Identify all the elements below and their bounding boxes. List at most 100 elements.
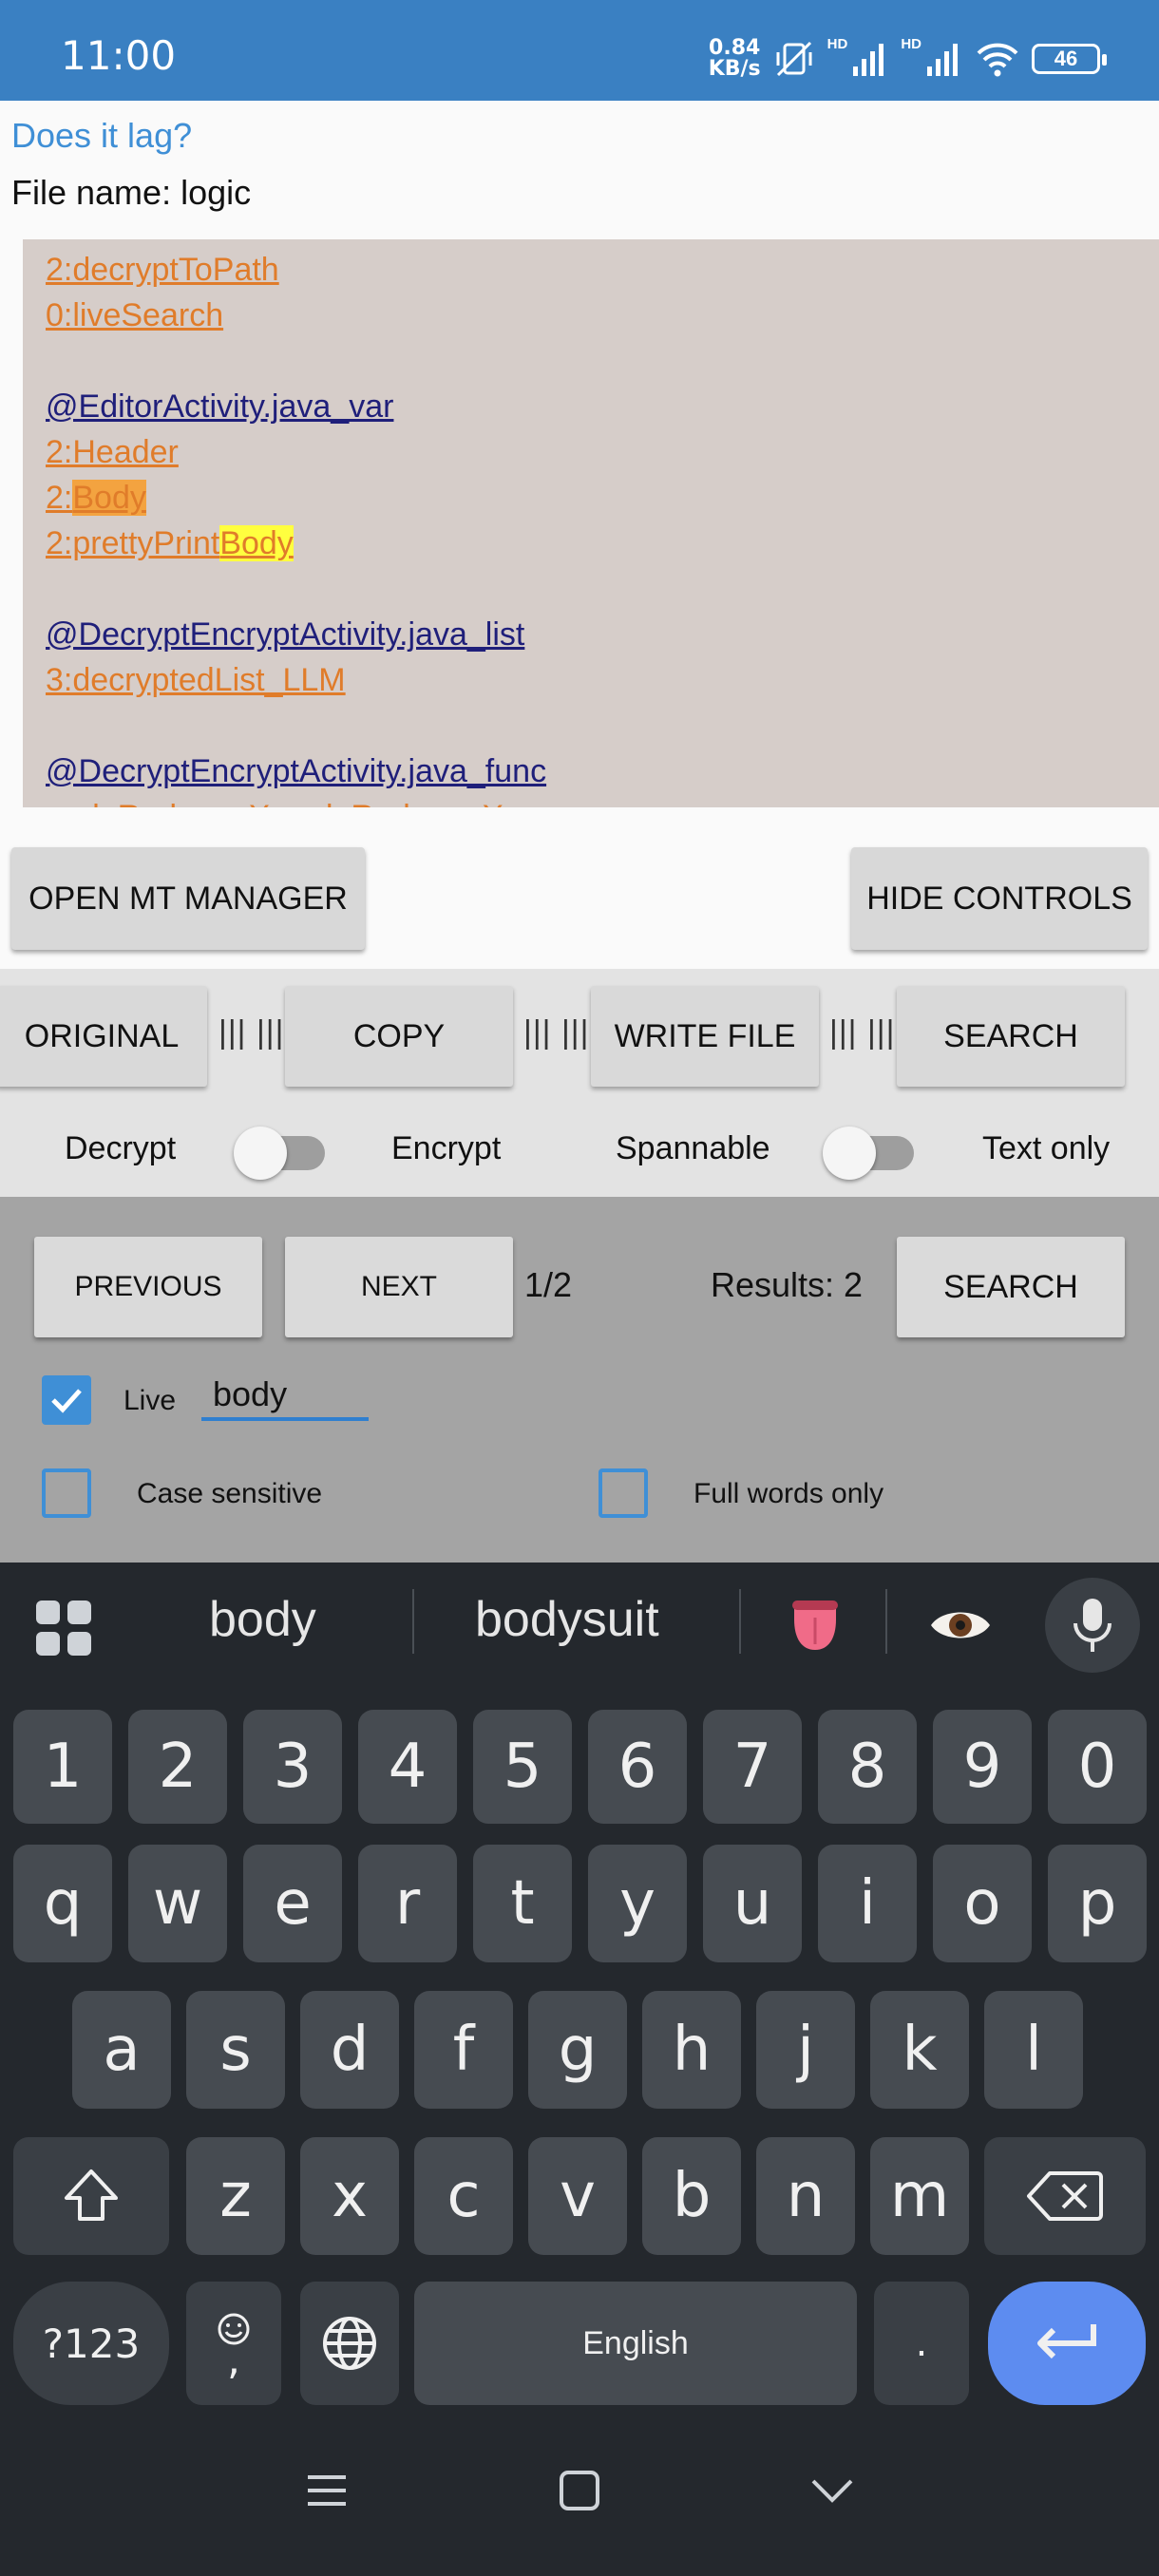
suggestion-word[interactable]: body (209, 1591, 316, 1648)
symbols-key[interactable]: ?123 (13, 2282, 169, 2405)
backspace-icon (1027, 2171, 1103, 2221)
period-key[interactable]: . (874, 2282, 969, 2405)
case-sensitive-checkbox[interactable] (42, 1468, 91, 1518)
search-panel: PREVIOUS NEXT 1/2 Results: 2 SEARCH Live… (0, 1197, 1159, 1563)
key-0[interactable]: 0 (1048, 1710, 1147, 1824)
key-h[interactable]: h (642, 1991, 741, 2109)
key-2[interactable]: 2 (128, 1710, 227, 1824)
editor-section-link[interactable]: @DecryptEncryptActivity.java_list (46, 612, 1136, 657)
key-c[interactable]: c (414, 2137, 513, 2255)
key-3[interactable]: 3 (243, 1710, 342, 1824)
shift-key[interactable] (13, 2137, 169, 2255)
space-key[interactable]: English (414, 2282, 857, 2405)
backspace-key[interactable] (984, 2137, 1146, 2255)
key-a[interactable]: a (72, 1991, 171, 2109)
key-w[interactable]: w (128, 1845, 227, 1962)
next-button[interactable]: NEXT (285, 1237, 513, 1337)
editor-link[interactable]: 0:liveSearch (46, 293, 1136, 338)
network-speed-value: 0.84 (709, 36, 761, 60)
key-m[interactable]: m (870, 2137, 969, 2255)
suggestion-divider (739, 1589, 741, 1654)
toolbar-search-button[interactable]: SEARCH (897, 986, 1125, 1087)
enter-key[interactable] (988, 2282, 1146, 2405)
key-u[interactable]: u (703, 1845, 802, 1962)
open-mt-manager-button[interactable]: OPEN MT MANAGER (11, 847, 365, 950)
network-speed: 0.84 KB/s (709, 38, 761, 80)
editor-section-link[interactable]: @DecryptEncryptActivity.java_func (46, 748, 1136, 794)
key-y[interactable]: y (588, 1845, 687, 1962)
key-g[interactable]: g (528, 1991, 627, 2109)
key-s[interactable]: s (186, 1991, 285, 2109)
does-it-lag-link[interactable]: Does it lag? (11, 116, 192, 156)
emoji-comma-key[interactable]: , (186, 2282, 281, 2405)
editor-link[interactable]: 2:Body (46, 475, 1136, 521)
key-7[interactable]: 7 (703, 1710, 802, 1824)
full-words-checkbox[interactable] (598, 1468, 648, 1518)
network-speed-unit: KB/s (708, 57, 761, 81)
key-r[interactable]: r (358, 1845, 457, 1962)
suggestion-divider (412, 1589, 414, 1654)
status-time: 11:00 (61, 32, 177, 79)
key-t[interactable]: t (473, 1845, 572, 1962)
text-only-label: Text only (982, 1130, 1111, 1166)
comma-label: , (227, 2336, 240, 2384)
spannable-text-toggle[interactable] (823, 1127, 914, 1180)
key-z[interactable]: z (186, 2137, 285, 2255)
hide-keyboard-icon[interactable] (809, 2470, 855, 2516)
key-b[interactable]: b (642, 2137, 741, 2255)
editor-section-link[interactable]: @EditorActivity.java_var (46, 384, 1136, 429)
key-v[interactable]: v (528, 2137, 627, 2255)
search-button[interactable]: SEARCH (897, 1237, 1125, 1337)
apps-grid-icon[interactable] (36, 1601, 91, 1660)
key-j[interactable]: j (756, 1991, 855, 2109)
copy-button[interactable]: COPY (285, 986, 513, 1087)
editor-link[interactable]: undoRedo___X;undoRedo___X (46, 794, 1136, 807)
editor-link[interactable]: 2:Header (46, 429, 1136, 475)
original-button[interactable]: ORIGINAL (0, 986, 207, 1087)
editor-blank-line (46, 566, 1136, 612)
key-5[interactable]: 5 (473, 1710, 572, 1824)
live-checkbox[interactable] (42, 1375, 91, 1425)
key-n[interactable]: n (756, 2137, 855, 2255)
full-words-label: Full words only (694, 1478, 884, 1509)
search-query-input[interactable]: body (201, 1373, 369, 1421)
eye-emoji-icon[interactable] (929, 1604, 992, 1651)
hide-controls-button[interactable]: HIDE CONTROLS (851, 847, 1148, 950)
key-f[interactable]: f (414, 1991, 513, 2109)
key-1[interactable]: 1 (13, 1710, 112, 1824)
key-4[interactable]: 4 (358, 1710, 457, 1824)
write-file-button[interactable]: WRITE FILE (591, 986, 819, 1087)
language-key[interactable] (300, 2282, 399, 2405)
key-q[interactable]: q (13, 1845, 112, 1962)
key-e[interactable]: e (243, 1845, 342, 1962)
globe-icon (323, 2317, 376, 2370)
editor-link[interactable]: 3:decryptedList_LLM (46, 657, 1136, 703)
key-k[interactable]: k (870, 1991, 969, 2109)
key-o[interactable]: o (933, 1845, 1032, 1962)
editor-link-prefix: 2:prettyPrint (46, 525, 220, 561)
key-p[interactable]: p (1048, 1845, 1147, 1962)
toolbar-separator: ||| ||| (829, 1014, 896, 1051)
microphone-icon[interactable] (1045, 1578, 1140, 1673)
key-d[interactable]: d (300, 1991, 399, 2109)
match-highlight: Body (219, 525, 294, 561)
navigation-bar (0, 2432, 1159, 2576)
key-8[interactable]: 8 (818, 1710, 917, 1824)
key-6[interactable]: 6 (588, 1710, 687, 1824)
hd-label: HD (901, 35, 922, 52)
editor-blank-line (46, 703, 1136, 748)
editor-link[interactable]: 2:decryptToPath (46, 247, 1136, 293)
key-i[interactable]: i (818, 1845, 917, 1962)
key-x[interactable]: x (300, 2137, 399, 2255)
decrypt-encrypt-toggle[interactable] (234, 1127, 325, 1180)
suggestion-word[interactable]: bodysuit (475, 1591, 659, 1648)
key-l[interactable]: l (984, 1991, 1083, 2109)
editor-text-view[interactable]: 2:decryptToPath 0:liveSearch @EditorActi… (23, 239, 1159, 807)
decrypt-label: Decrypt (65, 1130, 177, 1166)
editor-link[interactable]: 2:prettyPrintBody (46, 521, 1136, 566)
key-9[interactable]: 9 (933, 1710, 1032, 1824)
home-icon[interactable] (559, 2470, 600, 2516)
menu-icon[interactable] (306, 2470, 348, 2516)
tongue-emoji-icon[interactable] (788, 1597, 842, 1658)
previous-button[interactable]: PREVIOUS (34, 1237, 262, 1337)
